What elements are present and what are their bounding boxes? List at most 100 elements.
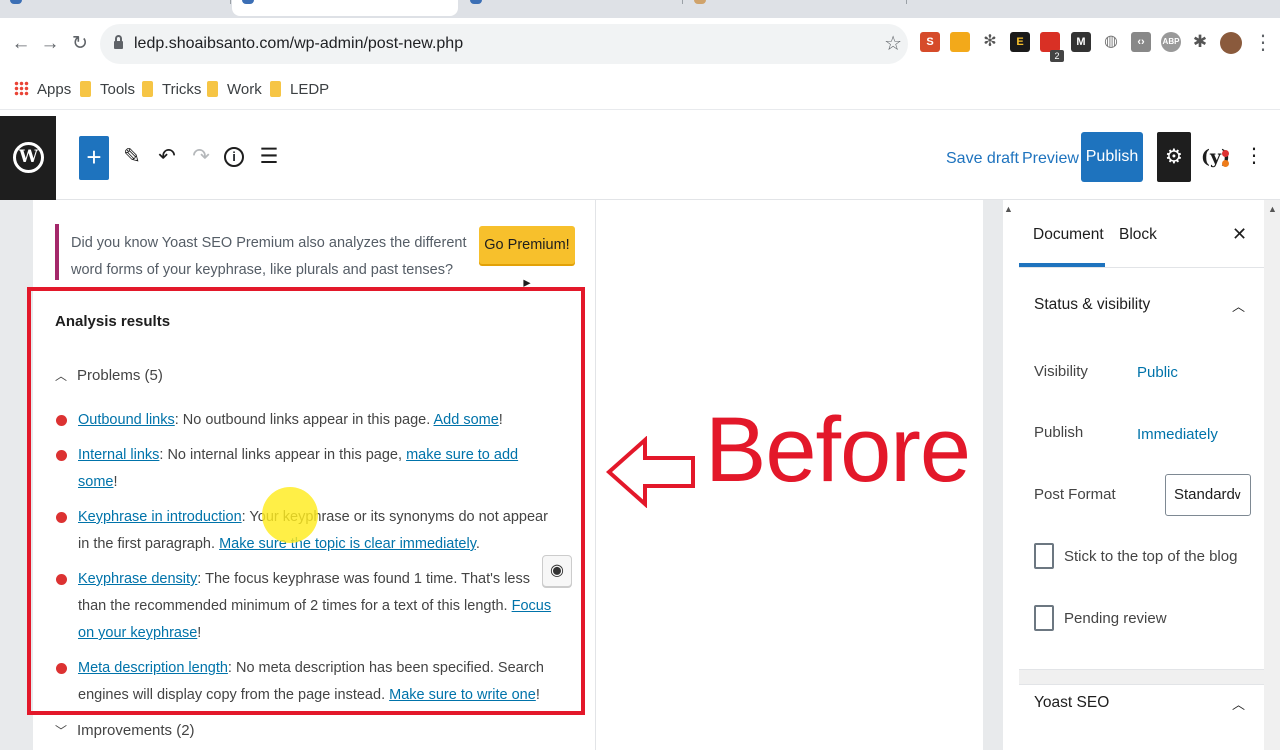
- bookmark-folder-tricks[interactable]: Tricks: [142, 80, 201, 100]
- problem-end: !: [113, 474, 118, 490]
- yoast-seo-title[interactable]: Yoast SEO: [1034, 694, 1109, 712]
- extension-abp-icon[interactable]: ABP: [1161, 32, 1181, 52]
- tab-divider: [230, 0, 231, 4]
- problem-bullet-icon: [56, 663, 67, 674]
- list-item: Internal links: No internal links appear…: [55, 442, 555, 496]
- analysis-results-title: Analysis results: [55, 313, 171, 330]
- tab-divider: [906, 0, 907, 4]
- bookmark-folder-ledp[interactable]: LEDP: [270, 80, 329, 100]
- extension-e-icon[interactable]: E: [1010, 32, 1030, 52]
- browser-tab[interactable]: [684, 0, 907, 16]
- premium-notice: Did you know Yoast SEO Premium also anal…: [55, 224, 585, 291]
- highlight-eye-icon[interactable]: ◉: [542, 555, 572, 587]
- extension-calendar-icon[interactable]: [1040, 32, 1060, 52]
- yoast-seo-dot: [1222, 150, 1229, 157]
- info-icon[interactable]: i: [224, 147, 244, 167]
- tab-favicon-icon: [694, 0, 706, 4]
- forward-arrow-icon[interactable]: →: [38, 32, 62, 56]
- keyphrase-in-introduction-link[interactable]: Keyphrase in introduction: [78, 509, 242, 525]
- sidebar-scrollbar[interactable]: [1264, 200, 1280, 750]
- edit-pencil-icon[interactable]: ✎: [120, 142, 144, 172]
- address-bar[interactable]: ledp.shoaibsanto.com/wp-admin/post-new.p…: [100, 24, 908, 64]
- extension-bookmark-icon[interactable]: [950, 32, 970, 52]
- problem-bullet-icon: [56, 415, 67, 426]
- url-text[interactable]: ledp.shoaibsanto.com/wp-admin/post-new.p…: [134, 35, 463, 53]
- problem-end: !: [197, 625, 202, 641]
- folder-icon: [80, 81, 91, 97]
- save-draft-button[interactable]: Save draft: [946, 150, 1019, 168]
- bookmark-folder-tools[interactable]: Tools: [80, 80, 135, 100]
- visibility-toggle[interactable]: Public: [1137, 364, 1178, 381]
- close-icon[interactable]: ✕: [1232, 224, 1247, 245]
- list-item: Keyphrase density: The focus keyphrase w…: [55, 566, 555, 647]
- profile-avatar[interactable]: [1220, 32, 1242, 54]
- browser-toolbar: ← → ↻ ledp.shoaibsanto.com/wp-admin/post…: [0, 18, 1280, 72]
- more-options-icon[interactable]: ⋮: [1244, 146, 1264, 166]
- editor-scrollbar[interactable]: [983, 200, 1003, 750]
- add-block-button[interactable]: +: [79, 136, 109, 180]
- yoast-icon[interactable]: (y): [1201, 146, 1230, 172]
- problem-bullet-icon: [56, 450, 67, 461]
- before-annotation-text: Before: [705, 399, 971, 501]
- block-navigation-icon[interactable]: ☰: [257, 142, 281, 172]
- bookmark-star-icon[interactable]: ☆: [884, 31, 902, 56]
- browser-tab[interactable]: [460, 0, 683, 16]
- extension-gear-icon[interactable]: ✻: [980, 32, 1000, 52]
- browser-tab-strip: [0, 0, 1280, 18]
- publish-button[interactable]: Publish: [1081, 132, 1143, 182]
- extensions-puzzle-icon[interactable]: ✱: [1190, 32, 1210, 52]
- bookmark-folder-work[interactable]: Work: [207, 80, 262, 100]
- go-premium-button[interactable]: Go Premium! ▸: [479, 226, 575, 291]
- bookmark-label: Work: [227, 81, 262, 98]
- wordpress-favicon-icon: [470, 0, 482, 4]
- problem-bullet-icon: [56, 512, 67, 523]
- tab-block[interactable]: Block: [1119, 226, 1157, 244]
- scroll-up-arrow-icon[interactable]: ▲: [1004, 204, 1013, 214]
- sticky-checkbox[interactable]: [1034, 543, 1054, 569]
- sidebar-gap: [1019, 670, 1264, 684]
- chevron-up-icon[interactable]: ︿: [1232, 694, 1245, 713]
- extension-globe-icon[interactable]: ◍: [1101, 32, 1121, 52]
- pending-review-checkbox[interactable]: [1034, 605, 1054, 631]
- bookmark-apps[interactable]: Apps: [14, 80, 71, 100]
- outbound-links-link[interactable]: Outbound links: [78, 412, 175, 428]
- problem-end: !: [535, 687, 540, 703]
- tab-document[interactable]: Document: [1033, 226, 1104, 244]
- extension-code-icon[interactable]: ‹›: [1131, 32, 1151, 52]
- bookmarks-bar: Apps Tools Tricks Work LEDP: [0, 72, 1280, 110]
- problems-list: Outbound links: No outbound links appear…: [55, 407, 555, 717]
- chevron-down-icon: ∨: [1233, 488, 1242, 502]
- reload-icon[interactable]: ↻: [68, 32, 92, 56]
- post-format-select[interactable]: Standard ∨: [1165, 474, 1251, 516]
- make-sure-topic-clear-link[interactable]: Make sure the topic is clear immediately: [219, 536, 476, 552]
- premium-notice-text: Did you know Yoast SEO Premium also anal…: [71, 235, 467, 278]
- chevron-up-icon[interactable]: ︿: [1232, 296, 1245, 315]
- redo-icon[interactable]: ↷: [189, 142, 213, 172]
- make-sure-to-write-one-link[interactable]: Make sure to write one: [389, 687, 536, 703]
- problem-bullet-icon: [56, 574, 67, 585]
- improvements-toggle[interactable]: ﹀ Improvements (2): [55, 722, 195, 739]
- status-visibility-title[interactable]: Status & visibility: [1034, 296, 1150, 314]
- preview-button[interactable]: Preview: [1022, 150, 1079, 168]
- sticky-label[interactable]: Stick to the top of the blog: [1064, 548, 1237, 565]
- meta-description-length-link[interactable]: Meta description length: [78, 660, 228, 676]
- add-some-link[interactable]: Add some: [434, 412, 499, 428]
- browser-tab-active[interactable]: [232, 0, 458, 16]
- scroll-up-arrow-icon[interactable]: ▲: [1268, 204, 1277, 214]
- extension-seo-icon[interactable]: S: [920, 32, 940, 52]
- apps-grid-icon: [14, 81, 29, 96]
- settings-gear-icon[interactable]: ⚙: [1157, 132, 1191, 182]
- pending-review-label[interactable]: Pending review: [1064, 610, 1167, 627]
- extension-m-icon[interactable]: M: [1071, 32, 1091, 52]
- wordpress-logo[interactable]: W: [0, 116, 56, 200]
- publish-date-toggle[interactable]: Immediately: [1137, 426, 1218, 443]
- undo-icon[interactable]: ↶: [155, 142, 179, 172]
- yoast-readability-dot: [1222, 160, 1229, 167]
- browser-tab[interactable]: [0, 0, 231, 16]
- back-arrow-icon[interactable]: ←: [9, 32, 33, 56]
- browser-menu-icon[interactable]: ⋮: [1253, 30, 1273, 55]
- keyphrase-density-link[interactable]: Keyphrase density: [78, 571, 197, 587]
- settings-sidebar: Document Block ✕ Status & visibility ︿ V…: [1019, 200, 1264, 750]
- problems-toggle[interactable]: ︿ Problems (5): [55, 367, 163, 384]
- internal-links-link[interactable]: Internal links: [78, 447, 159, 463]
